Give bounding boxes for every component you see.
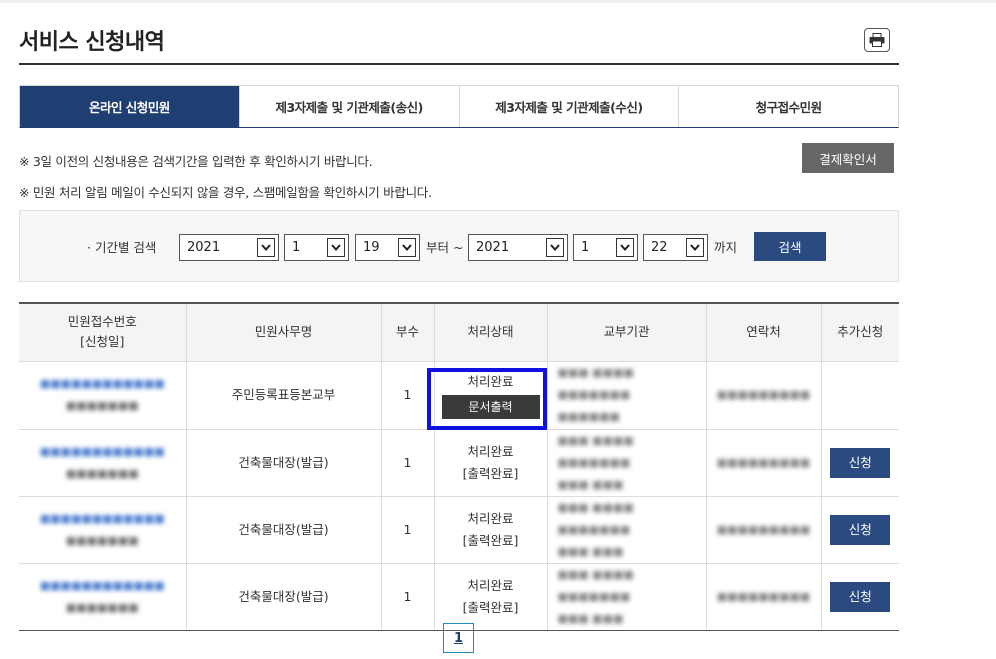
tab-claim-applications[interactable]: 청구접수민원 <box>678 86 898 127</box>
header-additional-request: 추가신청 <box>820 303 899 362</box>
header-status: 처리상태 <box>433 303 548 362</box>
pagination-page-1[interactable]: 1 <box>443 623 474 653</box>
header-service-name: 민원사무명 <box>185 303 382 362</box>
chevron-down-icon <box>257 238 275 257</box>
from-suffix: 부터 ~ <box>426 240 464 255</box>
additional-cell: 신청 <box>820 562 899 631</box>
chevron-down-icon <box>398 238 416 257</box>
to-month-select[interactable]: 1 <box>573 234 638 261</box>
print-button[interactable] <box>864 28 890 52</box>
receipt-cell[interactable]: ■■■■■■■■■■■■ ■■■■■■■ <box>19 562 187 631</box>
apply-button[interactable]: 신청 <box>830 447 891 478</box>
copies: 1 <box>380 495 435 564</box>
chevron-down-icon <box>616 238 634 257</box>
status-cell: 처리완료 [출력완료] <box>433 428 548 497</box>
apply-button[interactable]: 신청 <box>830 514 891 545</box>
additional-cell: 신청 <box>820 495 899 564</box>
receipt-cell[interactable]: ■■■■■■■■■■■■ ■■■■■■■ <box>19 495 187 564</box>
tab-third-party-received[interactable]: 제3자제출 및 기관제출(수신) <box>458 86 679 127</box>
to-suffix: 까지 <box>714 240 738 255</box>
service-name: 건축물대장(발급) <box>185 562 382 631</box>
to-day-select[interactable]: 22 <box>643 234 708 261</box>
additional-cell: 신청 <box>820 428 899 497</box>
service-name: 건축물대장(발급) <box>185 428 382 497</box>
table-header-row: 민원접수번호 [신청일] 민원사무명 부수 처리상태 교부기관 연락처 추가신청 <box>19 303 899 362</box>
search-button[interactable]: 검색 <box>754 232 826 261</box>
table-row: ■■■■■■■■■■■■ ■■■■■■■ 건축물대장(발급) 1 처리완료 [출력완… <box>19 495 899 564</box>
to-year-select[interactable]: 2021 <box>468 234 568 261</box>
top-border <box>0 0 996 3</box>
receipt-cell[interactable]: ■■■■■■■■■■■■ ■■■■■■■ <box>19 428 187 497</box>
agency-cell: ■■■ ■■■■ ■■■■■■■ ■■■ ■■■ <box>546 428 707 497</box>
agency-cell: ■■■ ■■■■ ■■■■■■■ ■■■ ■■■ <box>546 495 707 564</box>
copies: 1 <box>380 562 435 631</box>
search-panel: · 기간별 검색 2021 1 19 부터 ~ 2021 1 22 까지 검색 <box>19 210 899 282</box>
notice-spam-mail: ※ 민원 처리 알림 메일이 수신되지 않을 경우, 스팸메일함을 확인하시기 … <box>19 185 432 200</box>
additional-cell <box>820 360 899 430</box>
header-copies: 부수 <box>380 303 435 362</box>
copies: 1 <box>380 428 435 497</box>
title-divider <box>19 63 899 65</box>
from-year-select[interactable]: 2021 <box>179 234 279 261</box>
header-contact: 연락처 <box>705 303 822 362</box>
status-cell: 처리완료 문서출력 <box>426 360 548 430</box>
tab-third-party-sent[interactable]: 제3자제출 및 기관제출(송신) <box>238 86 459 127</box>
table-row: ■■■■■■■■■■■■ ■■■■■■■ 건축물대장(발급) 1 처리완료 [출력완… <box>19 562 899 631</box>
from-day-select[interactable]: 19 <box>355 234 420 261</box>
print-icon <box>869 33 885 47</box>
payment-confirmation-button[interactable]: 결제확인서 <box>802 143 894 173</box>
service-name: 건축물대장(발급) <box>185 495 382 564</box>
highlight-box <box>426 367 547 430</box>
application-table: 민원접수번호 [신청일] 민원사무명 부수 처리상태 교부기관 연락처 추가신청 … <box>19 302 899 631</box>
chevron-down-icon <box>686 238 704 257</box>
header-receipt-number: 민원접수번호 [신청일] <box>19 303 187 362</box>
table-row: ■■■■■■■■■■■■ ■■■■■■■ 건축물대장(발급) 1 처리완료 [출력완… <box>19 428 899 497</box>
tab-online-applications[interactable]: 온라인 신청민원 <box>20 86 239 127</box>
table-row: ■■■■■■■■■■■■ ■■■■■■■ 주민등록표등본교부 1 처리완료 문서출… <box>19 360 899 430</box>
contact-cell: ■■■■■■■■■ <box>705 495 822 564</box>
contact-cell: ■■■■■■■■■ <box>705 428 822 497</box>
agency-cell: ■■■ ■■■■ ■■■■■■■ ■■■■■■ <box>546 360 707 430</box>
agency-cell: ■■■ ■■■■ ■■■■■■■ ■■■ ■■■ <box>546 562 707 631</box>
contact-cell: ■■■■■■■■■ <box>705 360 822 430</box>
apply-button[interactable]: 신청 <box>830 581 891 612</box>
contact-cell: ■■■■■■■■■ <box>705 562 822 631</box>
service-name: 주민등록표등본교부 <box>185 360 382 430</box>
search-period-label: · 기간별 검색 <box>87 240 157 255</box>
status-cell: 처리완료 [출력완료] <box>433 495 548 564</box>
page-title: 서비스 신청내역 <box>19 30 165 55</box>
notice-search-period: ※ 3일 이전의 신청내용은 검색기간을 입력한 후 확인하시기 바랍니다. <box>19 154 373 169</box>
chevron-down-icon <box>546 238 564 257</box>
chevron-down-icon <box>327 238 345 257</box>
status-cell: 처리완료 [출력완료] <box>433 562 548 631</box>
from-month-select[interactable]: 1 <box>284 234 349 261</box>
tab-bar: 온라인 신청민원 제3자제출 및 기관제출(송신) 제3자제출 및 기관제출(수… <box>19 85 899 128</box>
receipt-cell[interactable]: ■■■■■■■■■■■■ ■■■■■■■ <box>19 360 187 430</box>
header-issuing-agency: 교부기관 <box>546 303 707 362</box>
